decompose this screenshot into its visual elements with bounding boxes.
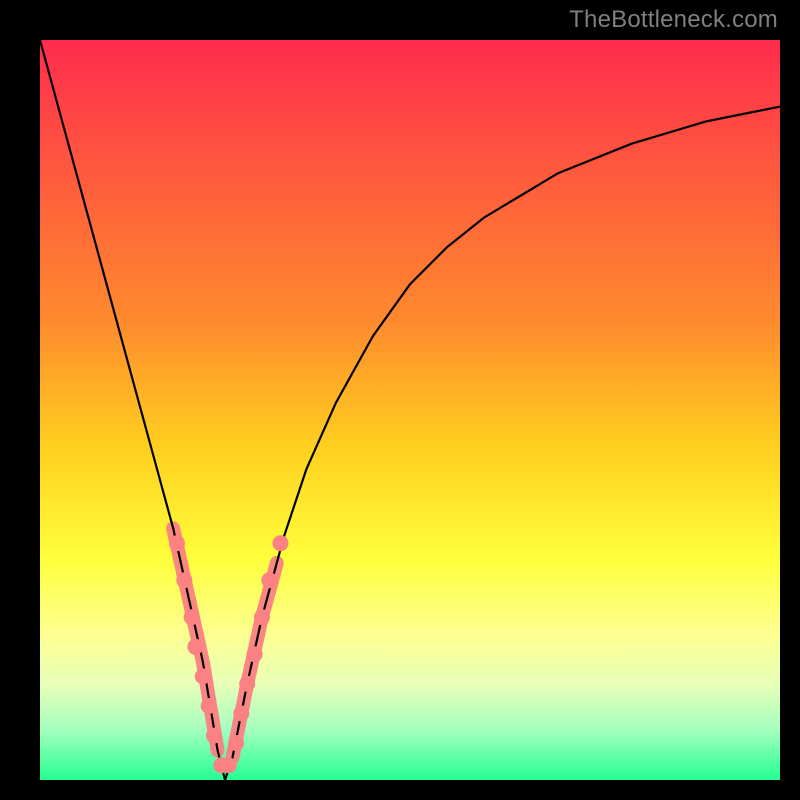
watermark-text: TheBottleneck.com: [569, 6, 778, 34]
chart-frame: TheBottleneck.com: [0, 0, 800, 800]
highlight-dot: [195, 668, 211, 684]
highlight-dot: [233, 705, 249, 721]
highlight-dot: [247, 646, 263, 662]
highlight-dot: [228, 735, 244, 751]
highlight-dot: [176, 572, 192, 588]
highlight-dot: [206, 728, 222, 744]
highlight-dot: [184, 609, 200, 625]
highlight-dot: [239, 676, 255, 692]
highlight-dot: [169, 535, 185, 551]
highlight-dot: [254, 609, 270, 625]
highlight-dot: [187, 639, 203, 655]
plot-area: [40, 40, 780, 780]
highlight-dot: [261, 572, 277, 588]
highlight-dot: [221, 757, 237, 773]
highlight-dot: [273, 535, 289, 551]
bottleneck-curve: [40, 40, 780, 780]
curve-path: [40, 40, 780, 780]
highlight-dot: [201, 698, 217, 714]
